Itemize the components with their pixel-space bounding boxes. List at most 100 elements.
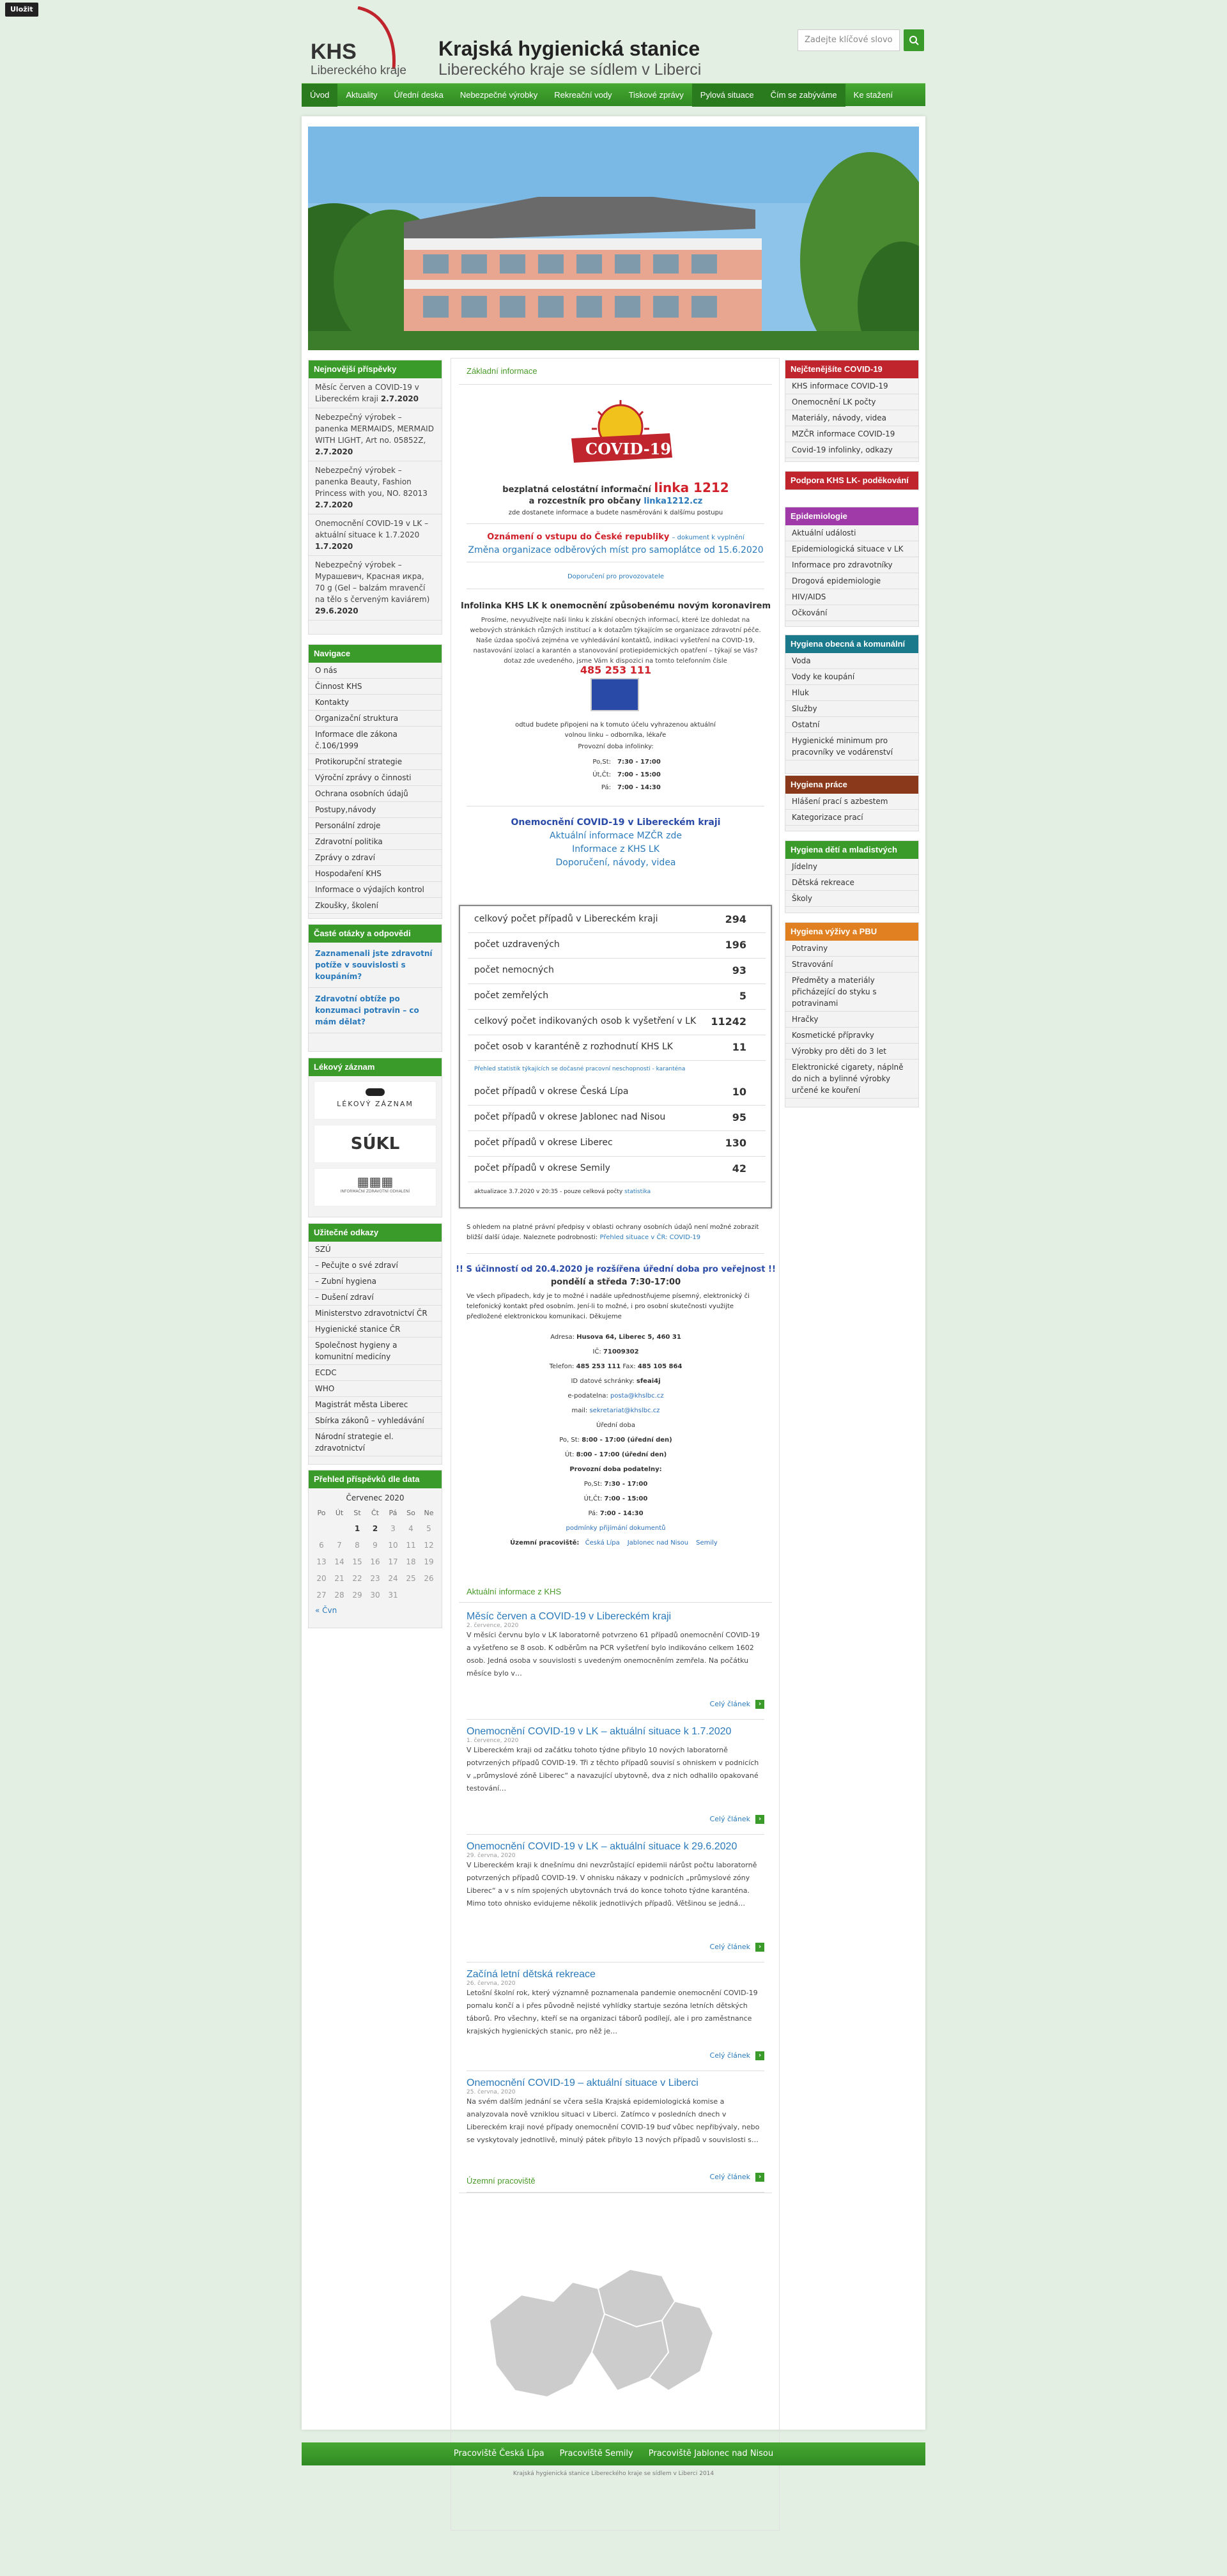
drug-logo-3[interactable]: ▦▦▦ INFORMAČNÍ ZDRAVOTNÍ ODHALENÍ: [314, 1168, 436, 1207]
latest-post-item[interactable]: Nebezpečný výrobek – Мурашевич, Красная …: [309, 556, 442, 621]
phone-value[interactable]: 485 253 111: [576, 1363, 621, 1370]
latest-post-item[interactable]: Nebezpečný výrobek – panenka MERMAIDS, M…: [309, 408, 442, 461]
calendar-day[interactable]: 6: [313, 1537, 330, 1554]
calendar-day[interactable]: 7: [330, 1537, 348, 1554]
hotline-link[interactable]: linka1212.cz: [644, 497, 702, 506]
sidebar-nav-item[interactable]: Ochrana osobních údajů: [309, 786, 442, 802]
epidemiology-item[interactable]: Informace pro zdravotníky: [785, 557, 918, 573]
work-hygiene-item[interactable]: Kategorizace prací: [785, 810, 918, 826]
calendar-day[interactable]: 15: [348, 1554, 366, 1570]
covid-link-item[interactable]: Materiály, návody, videa: [785, 410, 918, 426]
arrow-right-icon[interactable]: ›: [755, 2173, 764, 2182]
food-hygiene-item[interactable]: Předměty a materiály přicházející do sty…: [785, 973, 918, 1012]
sidebar-nav-item[interactable]: Organizační struktura: [309, 711, 442, 727]
news-item-title[interactable]: Onemocnění COVID-19 v LK – aktuální situ…: [467, 1726, 764, 1738]
sidebar-nav-item[interactable]: Zkoušky, školení: [309, 898, 442, 914]
read-more-label[interactable]: Celý článek: [710, 2173, 750, 2181]
arrow-right-icon[interactable]: ›: [755, 1943, 764, 1952]
useful-link-item[interactable]: Společnost hygieny a komunitní medicíny: [309, 1338, 442, 1365]
covid-logo[interactable]: COVID-19: [560, 394, 681, 477]
epidemiology-item[interactable]: Drogová epidemiologie: [785, 573, 918, 589]
food-hygiene-item[interactable]: Elektronické cigarety, náplně do nich a …: [785, 1060, 918, 1099]
entry-notice-link[interactable]: – dokument k vyplnění: [672, 534, 744, 541]
calendar-day[interactable]: [330, 1520, 348, 1537]
sidebar-nav-item[interactable]: Kontakty: [309, 695, 442, 711]
infoline-phone[interactable]: 485 253 111: [451, 664, 780, 676]
kids-hygiene-item[interactable]: Jídelny: [785, 859, 918, 875]
legal-link[interactable]: Přehled situace v ČR: COVID-19: [599, 1234, 700, 1241]
calendar-day[interactable]: 2: [366, 1520, 384, 1537]
arrow-right-icon[interactable]: ›: [755, 1700, 764, 1709]
calendar-day[interactable]: 8: [348, 1537, 366, 1554]
calendar-day[interactable]: 21: [330, 1570, 348, 1587]
mail-link[interactable]: sekretariat@khslbc.cz: [589, 1407, 660, 1414]
hotline-number[interactable]: linka 1212: [654, 480, 729, 495]
latest-post-item[interactable]: Měsíc červen a COVID-19 v Libereckém kra…: [309, 378, 442, 408]
sukl-logo[interactable]: SÚKL: [314, 1125, 436, 1163]
covid-info-link[interactable]: Aktuální informace MZČR zde: [451, 829, 780, 843]
latest-post-item[interactable]: Onemocnění COVID-19 v LK – aktuální situ…: [309, 514, 442, 556]
hygiene-general-item[interactable]: Hygienické minimum pro pracovníky ve vod…: [785, 733, 918, 760]
footer-link[interactable]: Pracoviště Semily: [560, 2449, 633, 2458]
kids-hygiene-item[interactable]: Školy: [785, 891, 918, 907]
useful-link-item[interactable]: Národní strategie el. zdravotnictví: [309, 1429, 442, 1456]
calendar-day[interactable]: 20: [313, 1570, 330, 1587]
sidebar-nav-item[interactable]: Protikorupční strategie: [309, 754, 442, 770]
news-item-title[interactable]: Onemocnění COVID-19 – aktuální situace v…: [467, 2078, 764, 2089]
hygiene-general-item[interactable]: Voda: [785, 653, 918, 669]
nav-item[interactable]: Úřední deska: [386, 84, 452, 107]
read-more-link[interactable]: Celý článek ›: [710, 1815, 764, 1824]
nav-item[interactable]: Ke stažení: [845, 84, 901, 107]
epidemiology-item[interactable]: Epidemiologická situace v LK: [785, 541, 918, 557]
food-hygiene-item[interactable]: Potraviny: [785, 941, 918, 957]
latest-post-title[interactable]: Nebezpečný výrobek – Мурашевич, Красная …: [315, 560, 429, 604]
useful-link-item[interactable]: Sbírka zákonů – vyhledávání: [309, 1413, 442, 1429]
read-more-link[interactable]: Celý článek ›: [710, 2051, 764, 2060]
calendar-day[interactable]: 5: [420, 1520, 438, 1537]
news-item-title[interactable]: Začíná letní dětská rekreace: [467, 1969, 764, 1980]
calendar-day[interactable]: 1: [348, 1520, 366, 1537]
covid-info-link[interactable]: Onemocnění COVID-19 v Libereckém kraji: [451, 816, 780, 829]
epidemiology-item[interactable]: Očkování: [785, 605, 918, 621]
conditions-link[interactable]: podmínky přijímání dokumentů: [566, 1525, 666, 1532]
covid-link-item[interactable]: Onemocnění LK počty: [785, 394, 918, 410]
calendar-day[interactable]: 13: [313, 1554, 330, 1570]
sidebar-nav-item[interactable]: O nás: [309, 663, 442, 679]
food-hygiene-item[interactable]: Kosmetické přípravky: [785, 1028, 918, 1044]
calendar-day[interactable]: 12: [420, 1537, 438, 1554]
calendar-day[interactable]: 29: [348, 1587, 366, 1603]
epidemiology-item[interactable]: HIV/AIDS: [785, 589, 918, 605]
useful-link-item[interactable]: – Zubní hygiena: [309, 1274, 442, 1290]
calendar-day[interactable]: 4: [402, 1520, 420, 1537]
calendar-day[interactable]: 22: [348, 1570, 366, 1587]
footer-link[interactable]: Pracoviště Česká Lípa: [454, 2449, 544, 2458]
latest-post-title[interactable]: Nebezpečný výrobek – panenka MERMAIDS, M…: [315, 413, 434, 445]
sidebar-nav-item[interactable]: Zdravotní politika: [309, 834, 442, 850]
covid-link-item[interactable]: Covid-19 infolinky, odkazy: [785, 442, 918, 458]
useful-link-item[interactable]: SZÚ: [309, 1242, 442, 1258]
sidebar-nav-item[interactable]: Informace dle zákona č.106/1999: [309, 727, 442, 754]
calendar-day[interactable]: 25: [402, 1570, 420, 1587]
calendar-day[interactable]: [313, 1520, 330, 1537]
calendar-day[interactable]: 17: [384, 1554, 402, 1570]
calendar-day[interactable]: [402, 1587, 420, 1603]
nav-item[interactable]: Pylová situace: [691, 84, 762, 107]
sidebar-nav-item[interactable]: Personální zdroje: [309, 818, 442, 834]
territory-link[interactable]: Semily: [696, 1539, 718, 1546]
sidebar-nav-item[interactable]: Zprávy o zdraví: [309, 850, 442, 866]
hygiene-general-item[interactable]: Ostatní: [785, 717, 918, 733]
region-map[interactable]: [477, 2244, 758, 2423]
search-button[interactable]: [904, 29, 924, 51]
calendar-day[interactable]: 11: [402, 1537, 420, 1554]
calendar-day[interactable]: 23: [366, 1570, 384, 1587]
nav-item[interactable]: Čím se zabýváme: [762, 84, 845, 107]
kids-hygiene-item[interactable]: Dětská rekreace: [785, 875, 918, 891]
sidebar-nav-item[interactable]: Výroční zprávy o činnosti: [309, 770, 442, 786]
news-item-title[interactable]: Onemocnění COVID-19 v LK – aktuální situ…: [467, 1841, 764, 1853]
sidebar-nav-item[interactable]: Informace o výdajích kontrol: [309, 882, 442, 898]
nav-item[interactable]: Nebezpečné výrobky: [452, 84, 546, 107]
food-hygiene-item[interactable]: Výrobky pro děti do 3 let: [785, 1044, 918, 1060]
calendar-day[interactable]: 16: [366, 1554, 384, 1570]
useful-link-item[interactable]: Ministerstvo zdravotnictví ČR: [309, 1306, 442, 1322]
sampling-change-link[interactable]: Změna organizace odběrových míst pro sam…: [451, 545, 780, 555]
